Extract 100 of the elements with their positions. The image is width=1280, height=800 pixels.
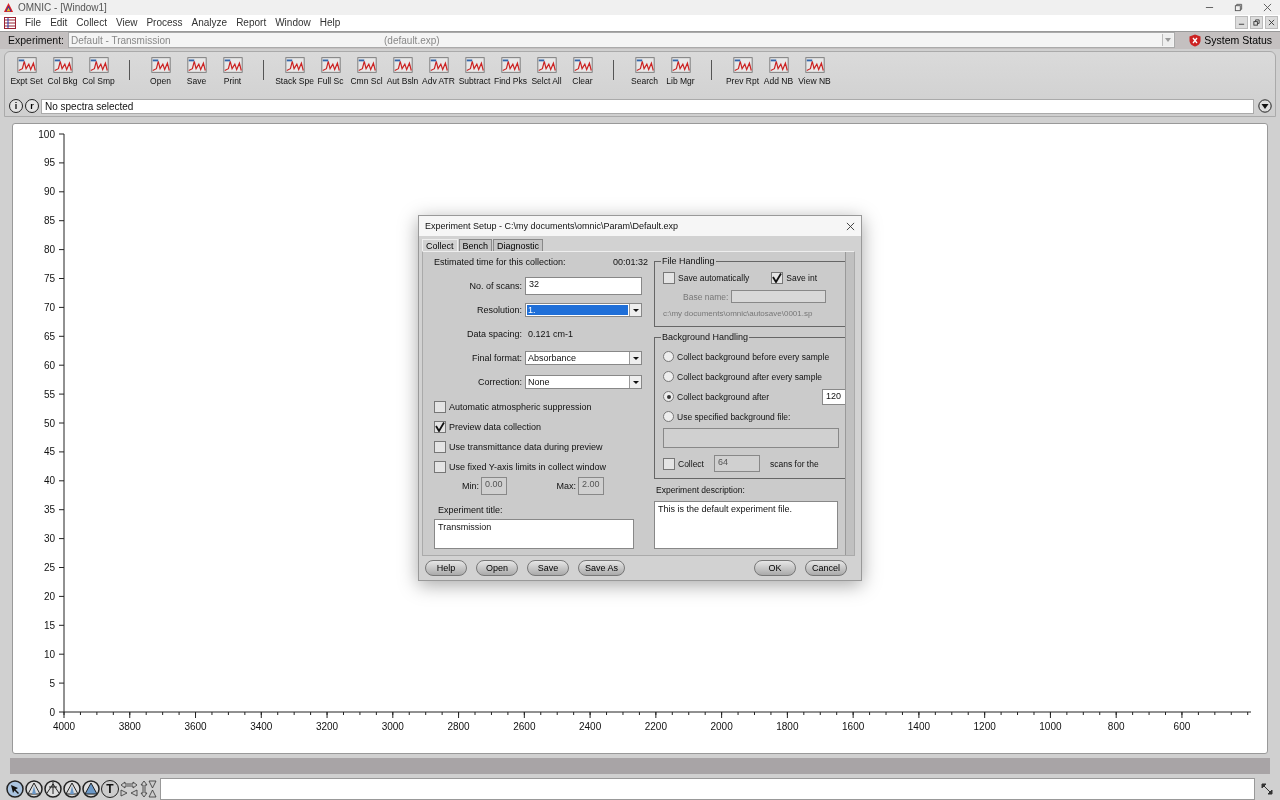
spectrum-icon xyxy=(391,54,414,75)
dropdown[interactable]: Absorbance xyxy=(525,351,642,365)
spectrum-icon xyxy=(803,54,826,75)
field-label: No. of scans: xyxy=(468,281,523,291)
radio-button[interactable] xyxy=(663,391,674,402)
toolbar-button[interactable]: Add NB xyxy=(761,54,796,86)
radio-button[interactable] xyxy=(663,411,674,422)
peak-tool-icon[interactable] xyxy=(63,780,81,798)
input-field[interactable]: 2.00 xyxy=(578,477,604,495)
dropdown[interactable]: None xyxy=(525,375,642,389)
toolbar-button[interactable]: Stack Spe xyxy=(277,54,312,86)
menu-item[interactable]: Edit xyxy=(50,17,68,29)
dialog-button[interactable]: Cancel xyxy=(805,560,847,576)
menu-item[interactable]: Analyze xyxy=(191,17,228,29)
input-field[interactable]: 0.00 xyxy=(481,477,507,495)
menu-item[interactable]: View xyxy=(115,17,138,29)
input-field[interactable]: 120 xyxy=(822,388,846,405)
vertical-arrows-icon[interactable] xyxy=(139,780,157,798)
tick-label: 0 xyxy=(49,706,55,718)
input-field[interactable] xyxy=(731,290,827,303)
toolbar-button[interactable]: Lib Mgr xyxy=(663,54,698,86)
checkbox[interactable] xyxy=(663,272,675,284)
caret-icon[interactable] xyxy=(631,306,640,314)
peak-tool-icon[interactable] xyxy=(82,780,100,798)
dropdown[interactable]: 1. xyxy=(525,303,642,317)
menu-item[interactable]: Process xyxy=(146,17,183,29)
peak-tool-icon[interactable] xyxy=(25,780,43,798)
tick-label: 40 xyxy=(43,475,55,487)
toolbar-button[interactable]: Prev Rpt xyxy=(725,54,760,86)
dialog-title: Experiment Setup - C:\my documents\omnic\Param\Default.exp xyxy=(425,221,679,231)
close-icon[interactable] xyxy=(846,221,855,231)
tab[interactable]: Collect xyxy=(422,239,458,251)
radio-label: Use specified background file: xyxy=(677,411,791,422)
caret-icon[interactable] xyxy=(631,354,640,362)
tick-label: 50 xyxy=(43,417,55,429)
toolbar-button[interactable]: Col Smp xyxy=(81,54,116,86)
tick-label: 1800 xyxy=(776,720,799,732)
toolbar-button[interactable]: Expt Set xyxy=(9,54,44,86)
text-tool-button[interactable]: T xyxy=(101,780,119,798)
command-field[interactable] xyxy=(160,778,1255,800)
field-label: Estimated time for this collection: xyxy=(434,257,566,269)
toolbar-button[interactable]: Clear xyxy=(565,54,600,86)
restore-icon[interactable] xyxy=(1250,16,1263,30)
toolbar-button[interactable]: Save xyxy=(179,54,214,86)
checkbox[interactable] xyxy=(434,441,446,453)
toolbar-button[interactable]: Subtract xyxy=(457,54,492,86)
arrows-icon[interactable] xyxy=(1260,782,1274,796)
dialog-button[interactable]: Help xyxy=(425,560,467,576)
tab[interactable]: Diagnostic xyxy=(493,239,544,251)
toolbar-button[interactable]: Selct All xyxy=(529,54,564,86)
input-field[interactable] xyxy=(663,428,839,448)
menu-item[interactable]: Help xyxy=(319,17,341,29)
toolbar-button[interactable]: Find Pks xyxy=(493,54,528,86)
toolbar-button[interactable]: Search xyxy=(627,54,662,86)
toolbar-button[interactable]: Cmn Scl xyxy=(349,54,384,86)
menu-item[interactable]: Window xyxy=(275,17,311,29)
toolbar-button[interactable]: Col Bkg xyxy=(45,54,80,86)
spectrum-icon xyxy=(463,54,486,75)
dialog-button[interactable]: Open xyxy=(476,560,518,576)
checkbox[interactable] xyxy=(434,461,446,473)
file-path: c:\my documents\omnic\autosave\0001.sp xyxy=(663,309,814,318)
system-status-button[interactable]: System Status xyxy=(1189,33,1280,47)
input-field[interactable]: 64 xyxy=(714,455,760,472)
toolbar-button[interactable]: Print xyxy=(215,54,250,86)
text-area[interactable]: Transmission xyxy=(434,519,634,549)
text-area[interactable]: This is the default experiment file. xyxy=(654,501,838,549)
restore-icon[interactable] xyxy=(1234,3,1243,12)
toolbar-button[interactable]: Aut Bsln xyxy=(385,54,420,86)
checkbox[interactable] xyxy=(434,401,446,413)
tick-label: 35 xyxy=(43,504,55,516)
horizontal-arrows-icon[interactable] xyxy=(120,780,138,798)
dropdown-icon[interactable] xyxy=(1258,99,1272,114)
tab[interactable]: Bench xyxy=(458,239,493,251)
close-icon[interactable] xyxy=(1265,16,1278,30)
toolbar-button[interactable]: Full Sc xyxy=(313,54,348,86)
spectrum-icon xyxy=(355,54,378,75)
dialog-button[interactable]: OK xyxy=(754,560,796,576)
info-button[interactable]: r xyxy=(25,99,39,114)
checkbox[interactable] xyxy=(663,457,675,470)
tick-label: 60 xyxy=(43,359,55,371)
toolbar-button[interactable]: Adv ATR xyxy=(421,54,456,86)
caret-icon[interactable] xyxy=(631,378,640,386)
dialog-button[interactable]: Save As xyxy=(578,560,626,576)
region-tool-icon[interactable] xyxy=(44,780,62,798)
toolbar-button[interactable]: Open xyxy=(143,54,178,86)
info-button[interactable]: i xyxy=(9,99,23,114)
menu-item[interactable]: Report xyxy=(236,17,267,29)
dialog-button[interactable]: Save xyxy=(527,560,569,576)
toolbar-button[interactable]: View NB xyxy=(797,54,832,86)
minimize-icon[interactable] xyxy=(1235,16,1248,30)
menu-item[interactable]: File xyxy=(25,17,42,29)
input-field[interactable]: 32 xyxy=(525,277,642,295)
window-title: OMNIC - [Window1] xyxy=(18,2,107,13)
menu-item[interactable]: Collect xyxy=(76,17,107,29)
close-icon[interactable] xyxy=(1263,3,1272,12)
radio-button[interactable] xyxy=(663,371,674,382)
checkbox[interactable] xyxy=(434,421,446,433)
pointer-tool-icon[interactable] xyxy=(6,780,24,798)
checkbox[interactable] xyxy=(771,272,784,284)
radio-button[interactable] xyxy=(663,351,674,362)
